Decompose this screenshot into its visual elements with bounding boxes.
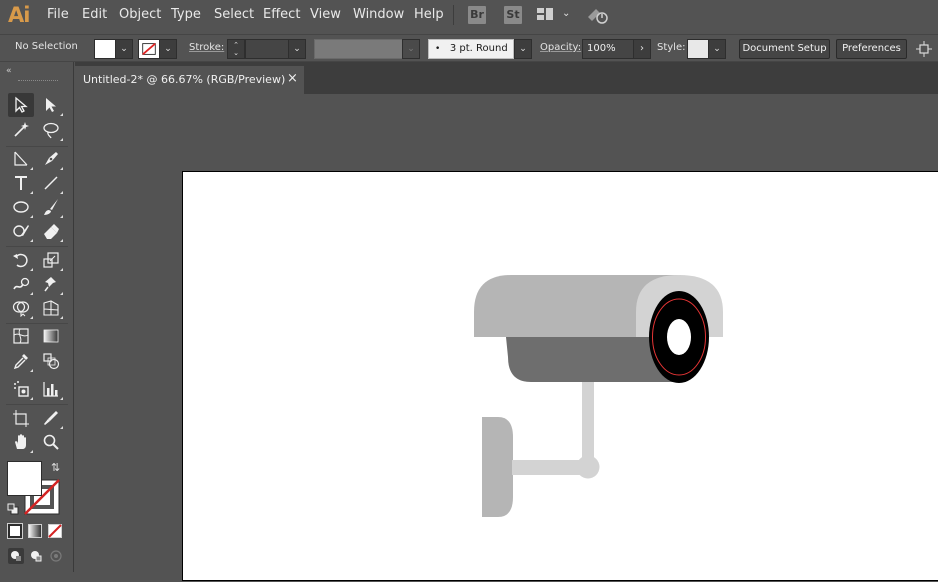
- stroke-weight-stepper[interactable]: ⌃ ⌄: [227, 39, 245, 59]
- swap-fill-stroke-icon[interactable]: ⇅: [51, 461, 60, 474]
- paintbrush-tool-icon[interactable]: [38, 195, 64, 219]
- style-swatch[interactable]: [687, 39, 709, 59]
- direct-selection-tool-icon[interactable]: [38, 93, 64, 117]
- default-fill-stroke-icon[interactable]: [7, 503, 19, 515]
- opacity-expand[interactable]: ›: [633, 39, 651, 59]
- pen-tool-icon[interactable]: [8, 147, 34, 171]
- menu-view[interactable]: View: [310, 7, 341, 22]
- type-tool-icon[interactable]: [8, 171, 34, 195]
- stroke-dropdown[interactable]: ⌄: [159, 39, 177, 59]
- symbol-sprayer-tool-icon[interactable]: [8, 377, 34, 401]
- stroke-swatch[interactable]: [138, 39, 160, 59]
- menu-effect[interactable]: Effect: [263, 7, 300, 22]
- magic-wand-tool-icon[interactable]: [8, 118, 34, 142]
- draw-normal-icon[interactable]: [8, 548, 24, 564]
- menu-type[interactable]: Type: [171, 7, 201, 22]
- warp-tool-icon[interactable]: [8, 272, 34, 296]
- tool-divider: [6, 246, 68, 247]
- shaper-tool-icon[interactable]: [8, 219, 34, 243]
- line-segment-tool-icon[interactable]: [38, 171, 64, 195]
- shape-builder-tool-icon[interactable]: [8, 296, 34, 320]
- document-tab-bar: Untitled-2* @ 66.67% (RGB/Preview) ×: [75, 62, 938, 94]
- brush-dot-icon: •: [435, 44, 441, 54]
- menu-select[interactable]: Select: [214, 7, 254, 22]
- color-mode-button[interactable]: [7, 523, 23, 539]
- variable-width-profile[interactable]: [314, 39, 404, 59]
- menu-window[interactable]: Window: [353, 7, 404, 22]
- control-bar: No Selection ⌄ ⌄ Stroke: ⌃ ⌄ ⌄ ⌄ • 3 pt. …: [0, 34, 938, 62]
- security-camera-artwork[interactable]: [183, 172, 938, 582]
- chevron-down-icon[interactable]: ⌄: [562, 8, 570, 19]
- puppet-warp-tool-icon[interactable]: [38, 272, 64, 296]
- menu-object[interactable]: Object: [119, 7, 161, 22]
- lens-glass: [667, 319, 691, 355]
- menu-file[interactable]: File: [47, 7, 69, 22]
- menu-bar: Ai File Edit Object Type Select Effect V…: [0, 0, 938, 30]
- mount-arm-vertical: [582, 372, 594, 467]
- document-tab-title: Untitled-2* @ 66.67% (RGB/Preview): [83, 73, 286, 86]
- tool-divider: [6, 404, 68, 405]
- artboard-tool-icon[interactable]: [8, 406, 34, 430]
- gpu-performance-icon[interactable]: [586, 5, 610, 25]
- profile-dropdown[interactable]: ⌄: [402, 39, 420, 59]
- draw-inside-icon[interactable]: [48, 548, 64, 564]
- stroke-weight-dropdown[interactable]: ⌄: [288, 39, 306, 59]
- mesh-tool-icon[interactable]: [8, 324, 34, 348]
- column-graph-tool-icon[interactable]: [38, 377, 64, 401]
- brush-label: 3 pt. Round: [449, 43, 508, 54]
- canvas[interactable]: [75, 94, 938, 581]
- artboard[interactable]: [182, 171, 938, 581]
- opacity-label[interactable]: Opacity:: [540, 42, 581, 53]
- tools-panel: « ⇅: [0, 62, 74, 572]
- document-tab[interactable]: Untitled-2* @ 66.67% (RGB/Preview) ×: [75, 66, 304, 94]
- draw-behind-icon[interactable]: [28, 548, 44, 564]
- stroke-label[interactable]: Stroke:: [189, 42, 224, 53]
- hand-tool-icon[interactable]: [8, 430, 34, 454]
- menu-edit[interactable]: Edit: [82, 7, 107, 22]
- eraser-tool-icon[interactable]: [38, 219, 64, 243]
- gradient-mode-button[interactable]: [28, 524, 42, 538]
- brush-definition[interactable]: • 3 pt. Round: [428, 39, 514, 59]
- menu-divider: [453, 5, 454, 25]
- slice-tool-icon[interactable]: [38, 406, 64, 430]
- panel-grip[interactable]: [18, 80, 58, 82]
- fill-swatch[interactable]: [94, 39, 116, 59]
- gradient-tool-icon[interactable]: [38, 324, 64, 348]
- rotate-tool-icon[interactable]: [8, 248, 34, 272]
- selection-tool-icon[interactable]: [8, 93, 34, 117]
- menu-help[interactable]: Help: [414, 7, 444, 22]
- close-icon[interactable]: ×: [287, 71, 298, 86]
- workspace-switcher-icon[interactable]: [537, 8, 553, 20]
- bridge-icon[interactable]: Br: [468, 6, 486, 24]
- eyedropper-tool-icon[interactable]: [8, 349, 34, 373]
- scale-tool-icon[interactable]: [38, 248, 64, 272]
- zoom-tool-icon[interactable]: [38, 430, 64, 454]
- selection-status: No Selection: [15, 41, 78, 52]
- perspective-grid-tool-icon[interactable]: [38, 296, 64, 320]
- wall-plate: [482, 417, 513, 517]
- curvature-tool-icon[interactable]: [38, 147, 64, 171]
- stock-icon[interactable]: St: [504, 6, 522, 24]
- none-mode-button[interactable]: [48, 524, 62, 538]
- document-setup-button[interactable]: Document Setup: [739, 39, 830, 59]
- tool-fill-swatch[interactable]: [7, 461, 42, 496]
- blend-tool-icon[interactable]: [38, 349, 64, 373]
- collapse-panel-icon[interactable]: «: [6, 66, 12, 76]
- app-logo: Ai: [8, 3, 30, 27]
- brush-dropdown[interactable]: ⌄: [514, 39, 532, 59]
- lasso-tool-icon[interactable]: [38, 118, 64, 142]
- style-label: Style:: [657, 42, 686, 53]
- opacity-field[interactable]: 100%: [582, 39, 634, 59]
- stroke-weight-field[interactable]: [245, 39, 290, 59]
- arrange-documents-icon[interactable]: [916, 41, 932, 57]
- fill-dropdown[interactable]: ⌄: [115, 39, 133, 59]
- style-dropdown[interactable]: ⌄: [708, 39, 726, 59]
- ellipse-tool-icon[interactable]: [8, 195, 34, 219]
- preferences-button[interactable]: Preferences: [836, 39, 907, 59]
